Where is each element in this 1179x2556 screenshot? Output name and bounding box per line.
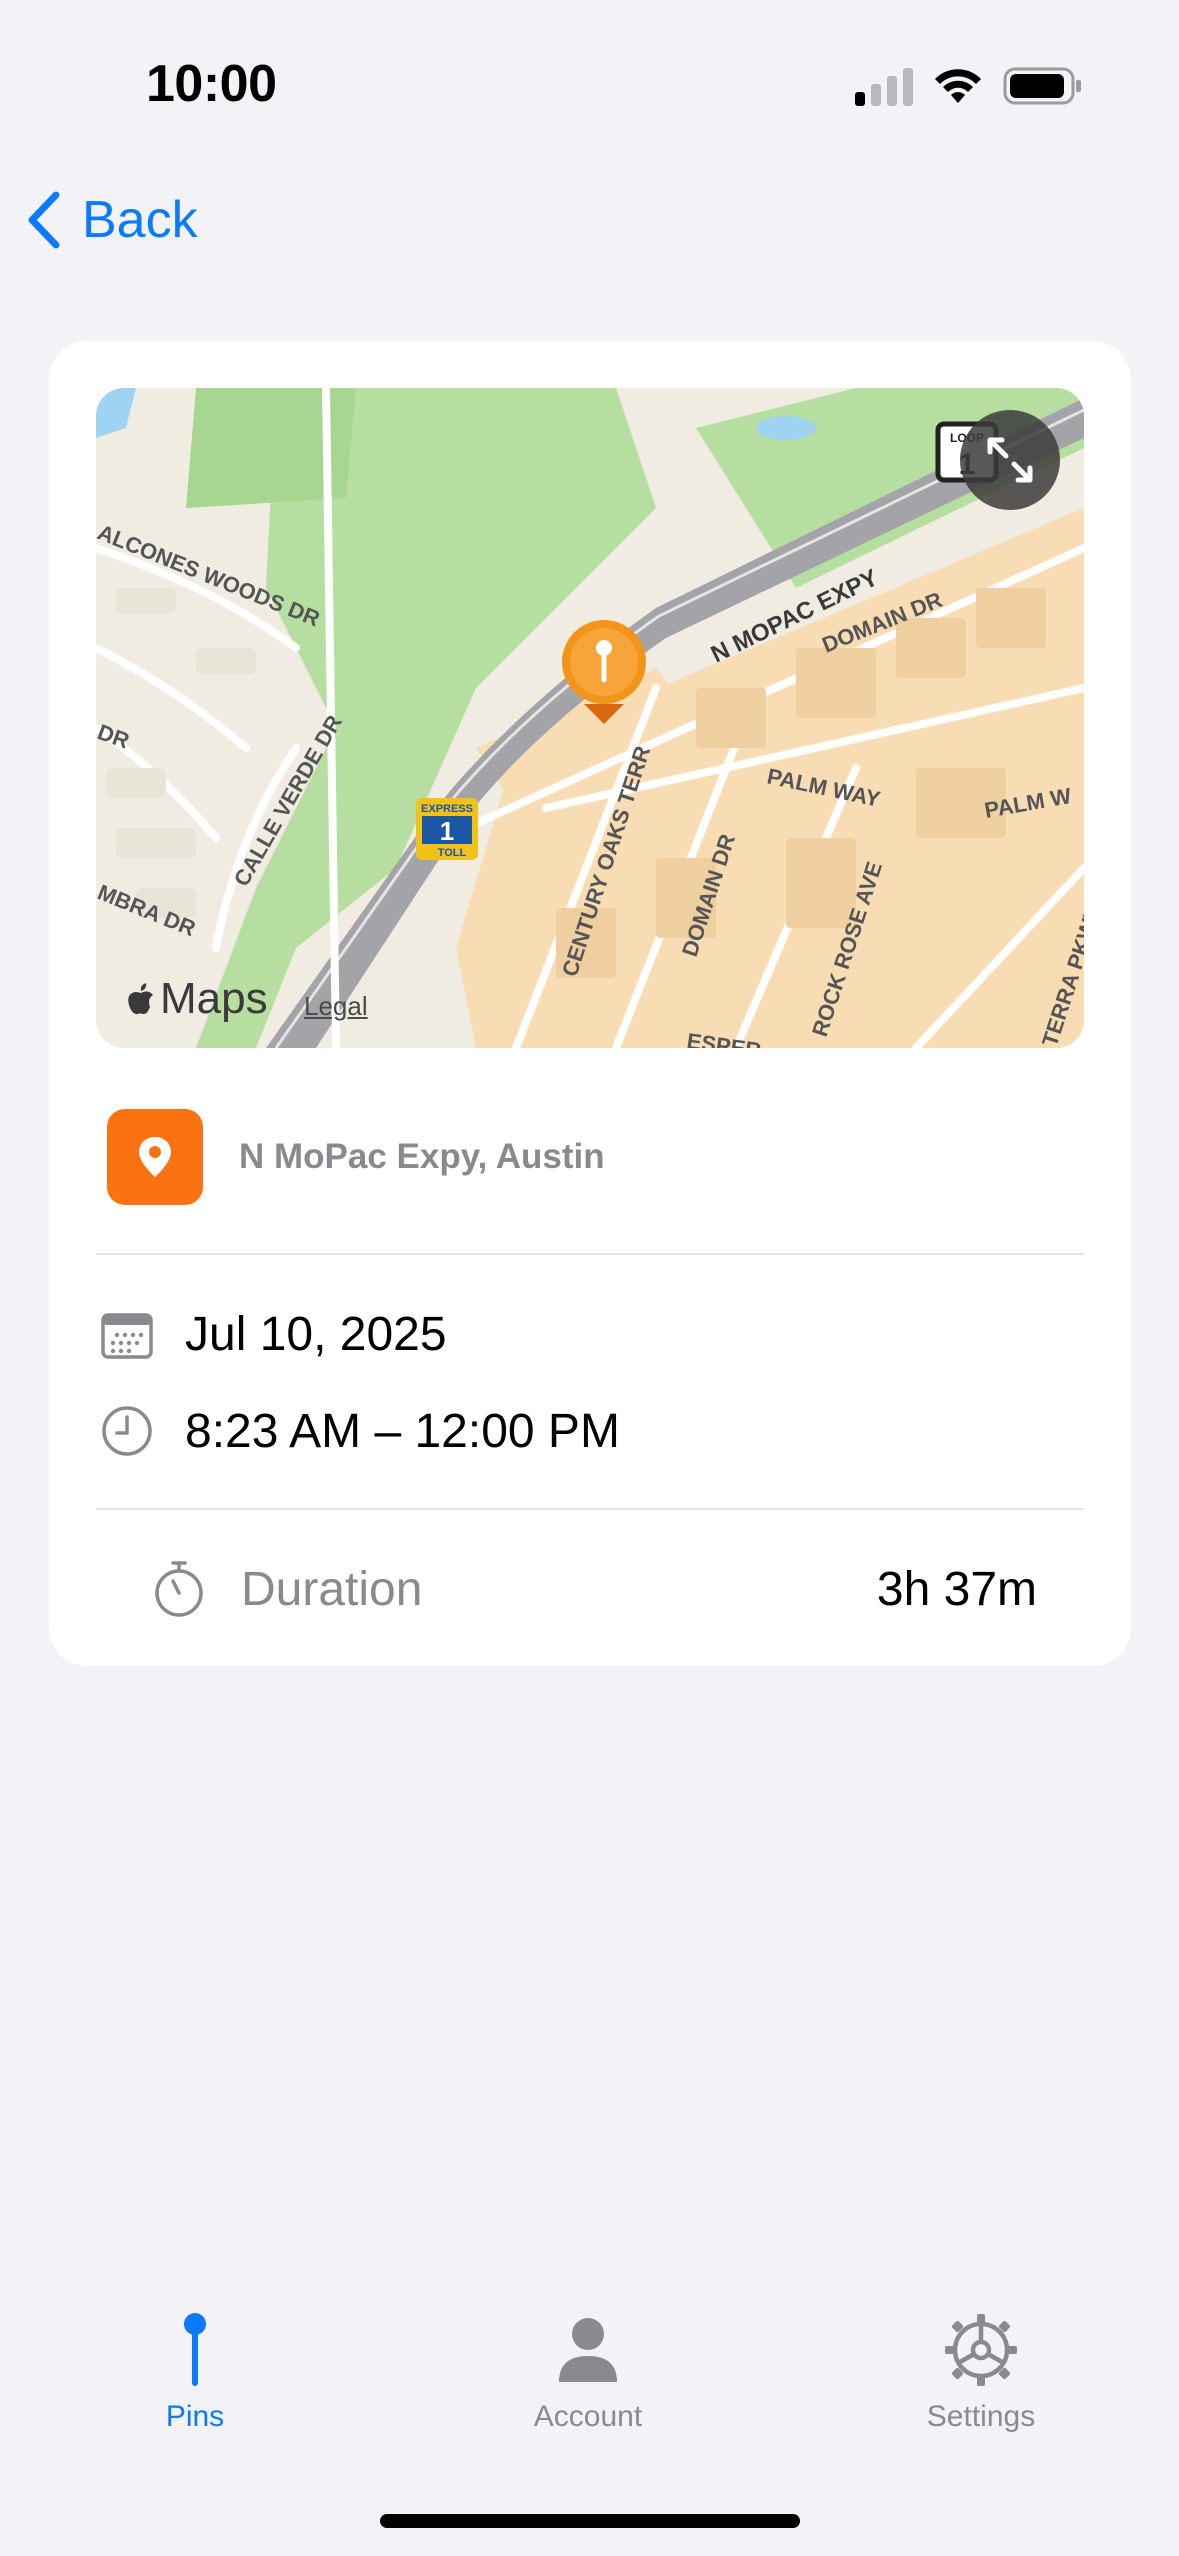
pin-icon [184, 2313, 206, 2386]
divider [96, 1253, 1084, 1255]
tab-settings-label: Settings [926, 2400, 1036, 2433]
legal-link[interactable]: Legal [304, 991, 368, 1022]
map-canvas: N MOPAC EXPY DOMAIN DR PALM WAY PALM W C… [96, 388, 1084, 1048]
expand-arrows-icon [987, 437, 1033, 483]
visit-date: Jul 10, 2025 [185, 1308, 447, 1361]
battery-icon [1003, 67, 1081, 105]
location-row: N MoPac Expy, Austin [107, 1109, 605, 1205]
maps-label: Maps [160, 974, 268, 1023]
location-name: N MoPac Expy, Austin [239, 1137, 605, 1176]
chevron-left-icon [28, 191, 60, 249]
express-toll-shield: EXPRESS 1 TOLL [416, 798, 478, 860]
duration-value: 3h 37m [876, 1562, 1037, 1616]
wifi-icon [935, 69, 981, 103]
tab-account-label: Account [533, 2400, 643, 2433]
visit-time-range: 8:23 AM – 12:00 PM [185, 1404, 620, 1458]
home-indicator [380, 2514, 800, 2528]
svg-text:1: 1 [440, 816, 454, 846]
svg-text:EXPRESS: EXPRESS [421, 803, 473, 815]
tab-account[interactable]: Account [458, 2310, 718, 2434]
duration-row: Duration 3h 37m [151, 1559, 1037, 1619]
tab-settings[interactable]: Settings [851, 2310, 1111, 2434]
tab-bar: Pins Account Settings [0, 2310, 1179, 2470]
time-row: 8:23 AM – 12:00 PM [99, 1403, 620, 1459]
back-button[interactable]: Back [24, 190, 198, 250]
divider [96, 1508, 1084, 1510]
status-icons [855, 66, 1083, 106]
location-pin-icon [139, 1137, 171, 1177]
apple-logo-icon [128, 983, 153, 1015]
stopwatch-icon [155, 1561, 203, 1617]
duration-label: Duration [241, 1562, 423, 1616]
svg-text:TOLL: TOLL [438, 847, 467, 859]
date-row: Jul 10, 2025 [99, 1307, 447, 1362]
gear-icon [945, 2314, 1017, 2386]
status-time: 10:00 [146, 55, 277, 113]
person-icon [559, 2318, 617, 2382]
tab-pins-label: Pins [165, 2400, 225, 2433]
cellular-signal-icon [855, 66, 913, 106]
apple-maps-attribution: Maps [126, 974, 268, 1024]
tab-pins[interactable]: Pins [65, 2310, 325, 2434]
location-badge [107, 1109, 203, 1205]
expand-map-button[interactable] [960, 410, 1060, 510]
calendar-icon [101, 1312, 153, 1359]
map-view[interactable]: N MOPAC EXPY DOMAIN DR PALM WAY PALM W C… [96, 388, 1084, 1048]
back-label: Back [82, 191, 198, 249]
clock-icon [102, 1406, 152, 1456]
pin-detail-card: N MOPAC EXPY DOMAIN DR PALM WAY PALM W C… [49, 341, 1131, 1666]
